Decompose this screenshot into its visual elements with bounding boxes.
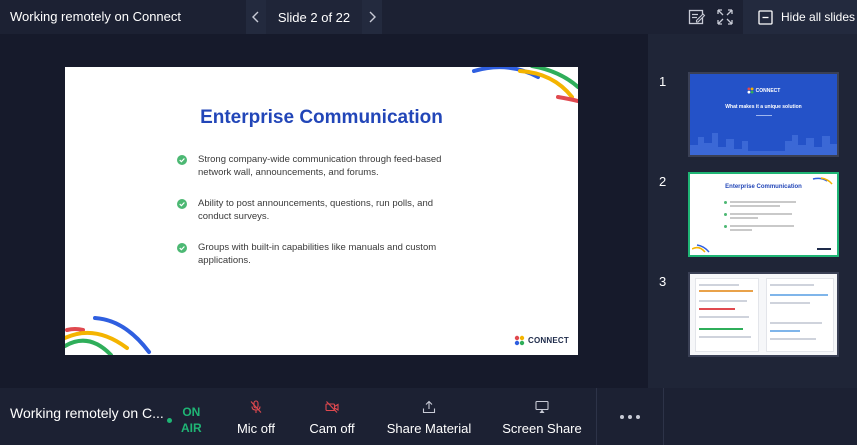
slide-bullet-text: Ability to post announcements, questions… bbox=[198, 198, 434, 222]
slide-heading: Enterprise Communication bbox=[200, 107, 443, 128]
slide-thumbnail[interactable]: CONNECT What makes it a unique solution bbox=[688, 72, 839, 157]
on-air-line-2: AIR bbox=[181, 421, 202, 435]
thumbnail-text-line bbox=[699, 308, 735, 310]
session-title: Working remotely on Connect bbox=[10, 9, 182, 24]
thumbnail-text-line bbox=[730, 225, 794, 227]
bottom-bar: Working remotely on C... ON AIR Mic off … bbox=[0, 388, 857, 445]
thumbnail-text-line bbox=[770, 330, 800, 332]
slide-thumbnail-number: 3 bbox=[659, 274, 667, 289]
thumbnail-bullet-dot bbox=[724, 225, 727, 228]
top-bar: Working remotely on Connect Slide 2 of 2… bbox=[0, 0, 857, 34]
decorative-arcs bbox=[65, 316, 151, 355]
thumbnail-text-line bbox=[730, 205, 780, 207]
slide-thumbnail-number: 2 bbox=[659, 174, 667, 189]
mic-off-icon bbox=[250, 400, 262, 413]
hide-all-slides-button[interactable]: Hide all slides bbox=[743, 0, 857, 34]
hide-all-slides-label: Hide all slides bbox=[781, 10, 856, 24]
cam-off-label: Cam off bbox=[309, 421, 355, 436]
connect-logo-text: CONNECT bbox=[528, 336, 569, 345]
thumbnail-text-line bbox=[699, 300, 747, 302]
share-material-label: Share Material bbox=[386, 421, 472, 436]
thumbnail-text-line bbox=[699, 316, 749, 318]
current-slide: Enterprise Communication Strong company-… bbox=[65, 67, 578, 355]
slide-bullet-text: Strong company-wide communication throug… bbox=[198, 154, 442, 178]
thumbnail-text-line bbox=[770, 338, 816, 340]
session-title-truncated: Working remotely on C... bbox=[10, 405, 164, 421]
notes-icon[interactable] bbox=[688, 8, 706, 26]
slide-bullet: Strong company-wide communication throug… bbox=[177, 154, 467, 179]
slide-bullet-list: Strong company-wide communication throug… bbox=[177, 154, 467, 286]
previous-slide-button[interactable] bbox=[246, 0, 266, 34]
thumbnail-logo: CONNECT bbox=[690, 87, 837, 94]
check-circle-icon bbox=[177, 155, 187, 165]
chevron-left-icon bbox=[252, 11, 259, 23]
next-slide-button[interactable] bbox=[362, 0, 382, 34]
on-air-label: ON AIR bbox=[181, 404, 202, 436]
connect-logo: CONNECT bbox=[514, 335, 569, 346]
more-options-button[interactable] bbox=[596, 388, 664, 445]
cam-off-icon bbox=[325, 401, 339, 413]
thumbnail-text-line bbox=[699, 336, 751, 338]
thumbnail-divider bbox=[756, 115, 772, 116]
slides-sidebar: 1 CONNECT What makes it a unique solutio… bbox=[648, 34, 857, 388]
thumbnail-text-line bbox=[770, 294, 828, 296]
share-material-icon bbox=[422, 400, 436, 414]
slide-navigator: Slide 2 of 22 bbox=[246, 0, 382, 34]
slide-bullet-text: Groups with built-in capabilities like m… bbox=[198, 242, 437, 266]
share-material-button[interactable]: Share Material bbox=[387, 388, 471, 445]
check-circle-icon bbox=[177, 199, 187, 209]
thumbnail-text-line bbox=[730, 201, 796, 203]
mic-off-label: Mic off bbox=[236, 421, 276, 436]
thumbnail-text-line bbox=[770, 302, 810, 304]
camera-toggle-button[interactable]: Cam off bbox=[309, 388, 355, 445]
mic-toggle-button[interactable]: Mic off bbox=[235, 388, 277, 445]
thumbnail-logo-mark bbox=[817, 248, 831, 250]
thumbnail-bullet-dot bbox=[724, 213, 727, 216]
decorative-arcs bbox=[692, 244, 710, 253]
on-air-line-1: ON bbox=[182, 405, 201, 419]
thumbnail-subtitle: What makes it a unique solution bbox=[725, 104, 802, 110]
presentation-stage: Enterprise Communication Strong company-… bbox=[0, 34, 648, 388]
skyline-illustration bbox=[690, 133, 837, 155]
slide-thumbnail-number: 1 bbox=[659, 74, 667, 89]
screen-share-label: Screen Share bbox=[502, 421, 582, 436]
thumbnail-text-line bbox=[730, 229, 752, 231]
chevron-right-icon bbox=[369, 11, 376, 23]
slide-thumbnail[interactable] bbox=[688, 272, 839, 357]
on-air-status: ON AIR bbox=[167, 404, 202, 436]
thumbnail-screenshot-card bbox=[766, 278, 834, 352]
decorative-arcs bbox=[812, 177, 833, 185]
screen-share-icon bbox=[535, 400, 549, 413]
live-dot bbox=[167, 417, 172, 423]
slide-bullet: Ability to post announcements, questions… bbox=[177, 198, 467, 223]
slide-thumbnail-active[interactable]: Enterprise Communication bbox=[688, 172, 839, 257]
more-icon bbox=[620, 414, 640, 419]
thumbnail-text-line bbox=[770, 322, 822, 324]
thumbnail-bullet-dot bbox=[724, 201, 727, 204]
decorative-arcs bbox=[472, 67, 578, 103]
thumbnail-brand-text: CONNECT bbox=[755, 87, 781, 94]
thumbnail-text-line bbox=[770, 284, 814, 286]
slide-bullet: Groups with built-in capabilities like m… bbox=[177, 242, 467, 267]
screen-share-button[interactable]: Screen Share bbox=[502, 388, 582, 445]
check-circle-icon bbox=[177, 243, 187, 253]
thumbnail-text-line bbox=[730, 213, 792, 215]
thumbnail-text-line bbox=[730, 217, 758, 219]
collapse-icon bbox=[758, 9, 773, 25]
connect-logo-icon bbox=[514, 335, 525, 346]
thumbnail-text-line bbox=[699, 328, 743, 330]
slide-counter: Slide 2 of 22 bbox=[266, 0, 362, 34]
connect-logo-icon bbox=[747, 87, 754, 94]
fullscreen-icon[interactable] bbox=[716, 8, 734, 26]
thumbnail-text-line bbox=[699, 284, 739, 286]
thumbnail-text-line bbox=[699, 290, 753, 292]
